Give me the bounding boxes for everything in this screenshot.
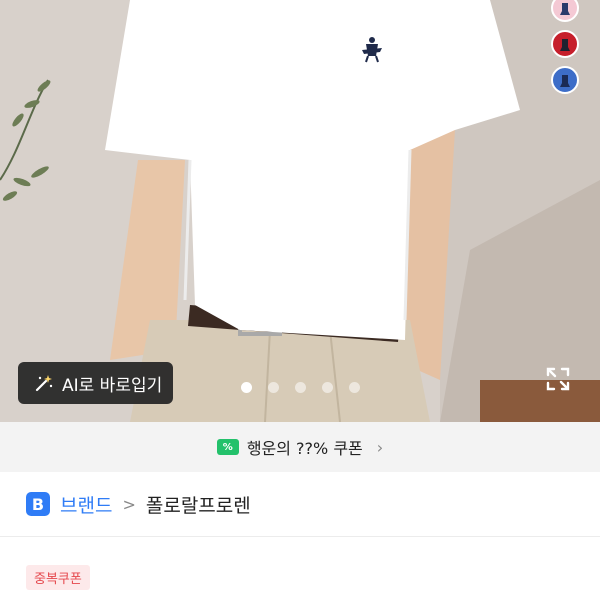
carousel-dot[interactable] (268, 382, 279, 393)
brand-name-link[interactable]: 폴로랄프로렌 (146, 491, 251, 518)
chevron-right-icon: › (376, 437, 384, 457)
carousel-dot[interactable] (295, 382, 306, 393)
color-swatch-red[interactable] (551, 30, 579, 58)
breadcrumb-separator: > (122, 494, 136, 514)
product-image-carousel[interactable]: AI로 바로입기 (0, 0, 600, 422)
brand-breadcrumb: B 브랜드 > 폴로랄프로렌 (0, 472, 600, 536)
carousel-dot[interactable] (241, 382, 252, 393)
polo-logo-icon (560, 39, 570, 51)
ai-try-on-label: AI로 바로입기 (62, 375, 163, 396)
coupon-ticket-icon: % (216, 439, 239, 455)
carousel-dot[interactable] (349, 382, 360, 393)
carousel-dot[interactable] (322, 382, 333, 393)
polo-logo-icon (560, 3, 570, 15)
brand-badge-icon: B (26, 492, 50, 516)
product-photo (0, 0, 600, 422)
expand-icon[interactable] (545, 366, 571, 392)
ai-try-on-button[interactable]: AI로 바로입기 (18, 362, 173, 404)
duplicate-coupon-badge: 중복쿠폰 (26, 565, 90, 590)
magic-wand-icon (34, 373, 54, 393)
polo-logo-icon (560, 75, 570, 87)
carousel-indicator (241, 382, 360, 393)
coupon-label: 행운의 ??% 쿠폰 (246, 439, 363, 458)
section-divider (0, 536, 600, 537)
lucky-coupon-banner[interactable]: % 행운의 ??% 쿠폰 › (0, 422, 600, 472)
color-swatch-blue[interactable] (551, 66, 579, 94)
brand-link[interactable]: 브랜드 (60, 491, 112, 518)
